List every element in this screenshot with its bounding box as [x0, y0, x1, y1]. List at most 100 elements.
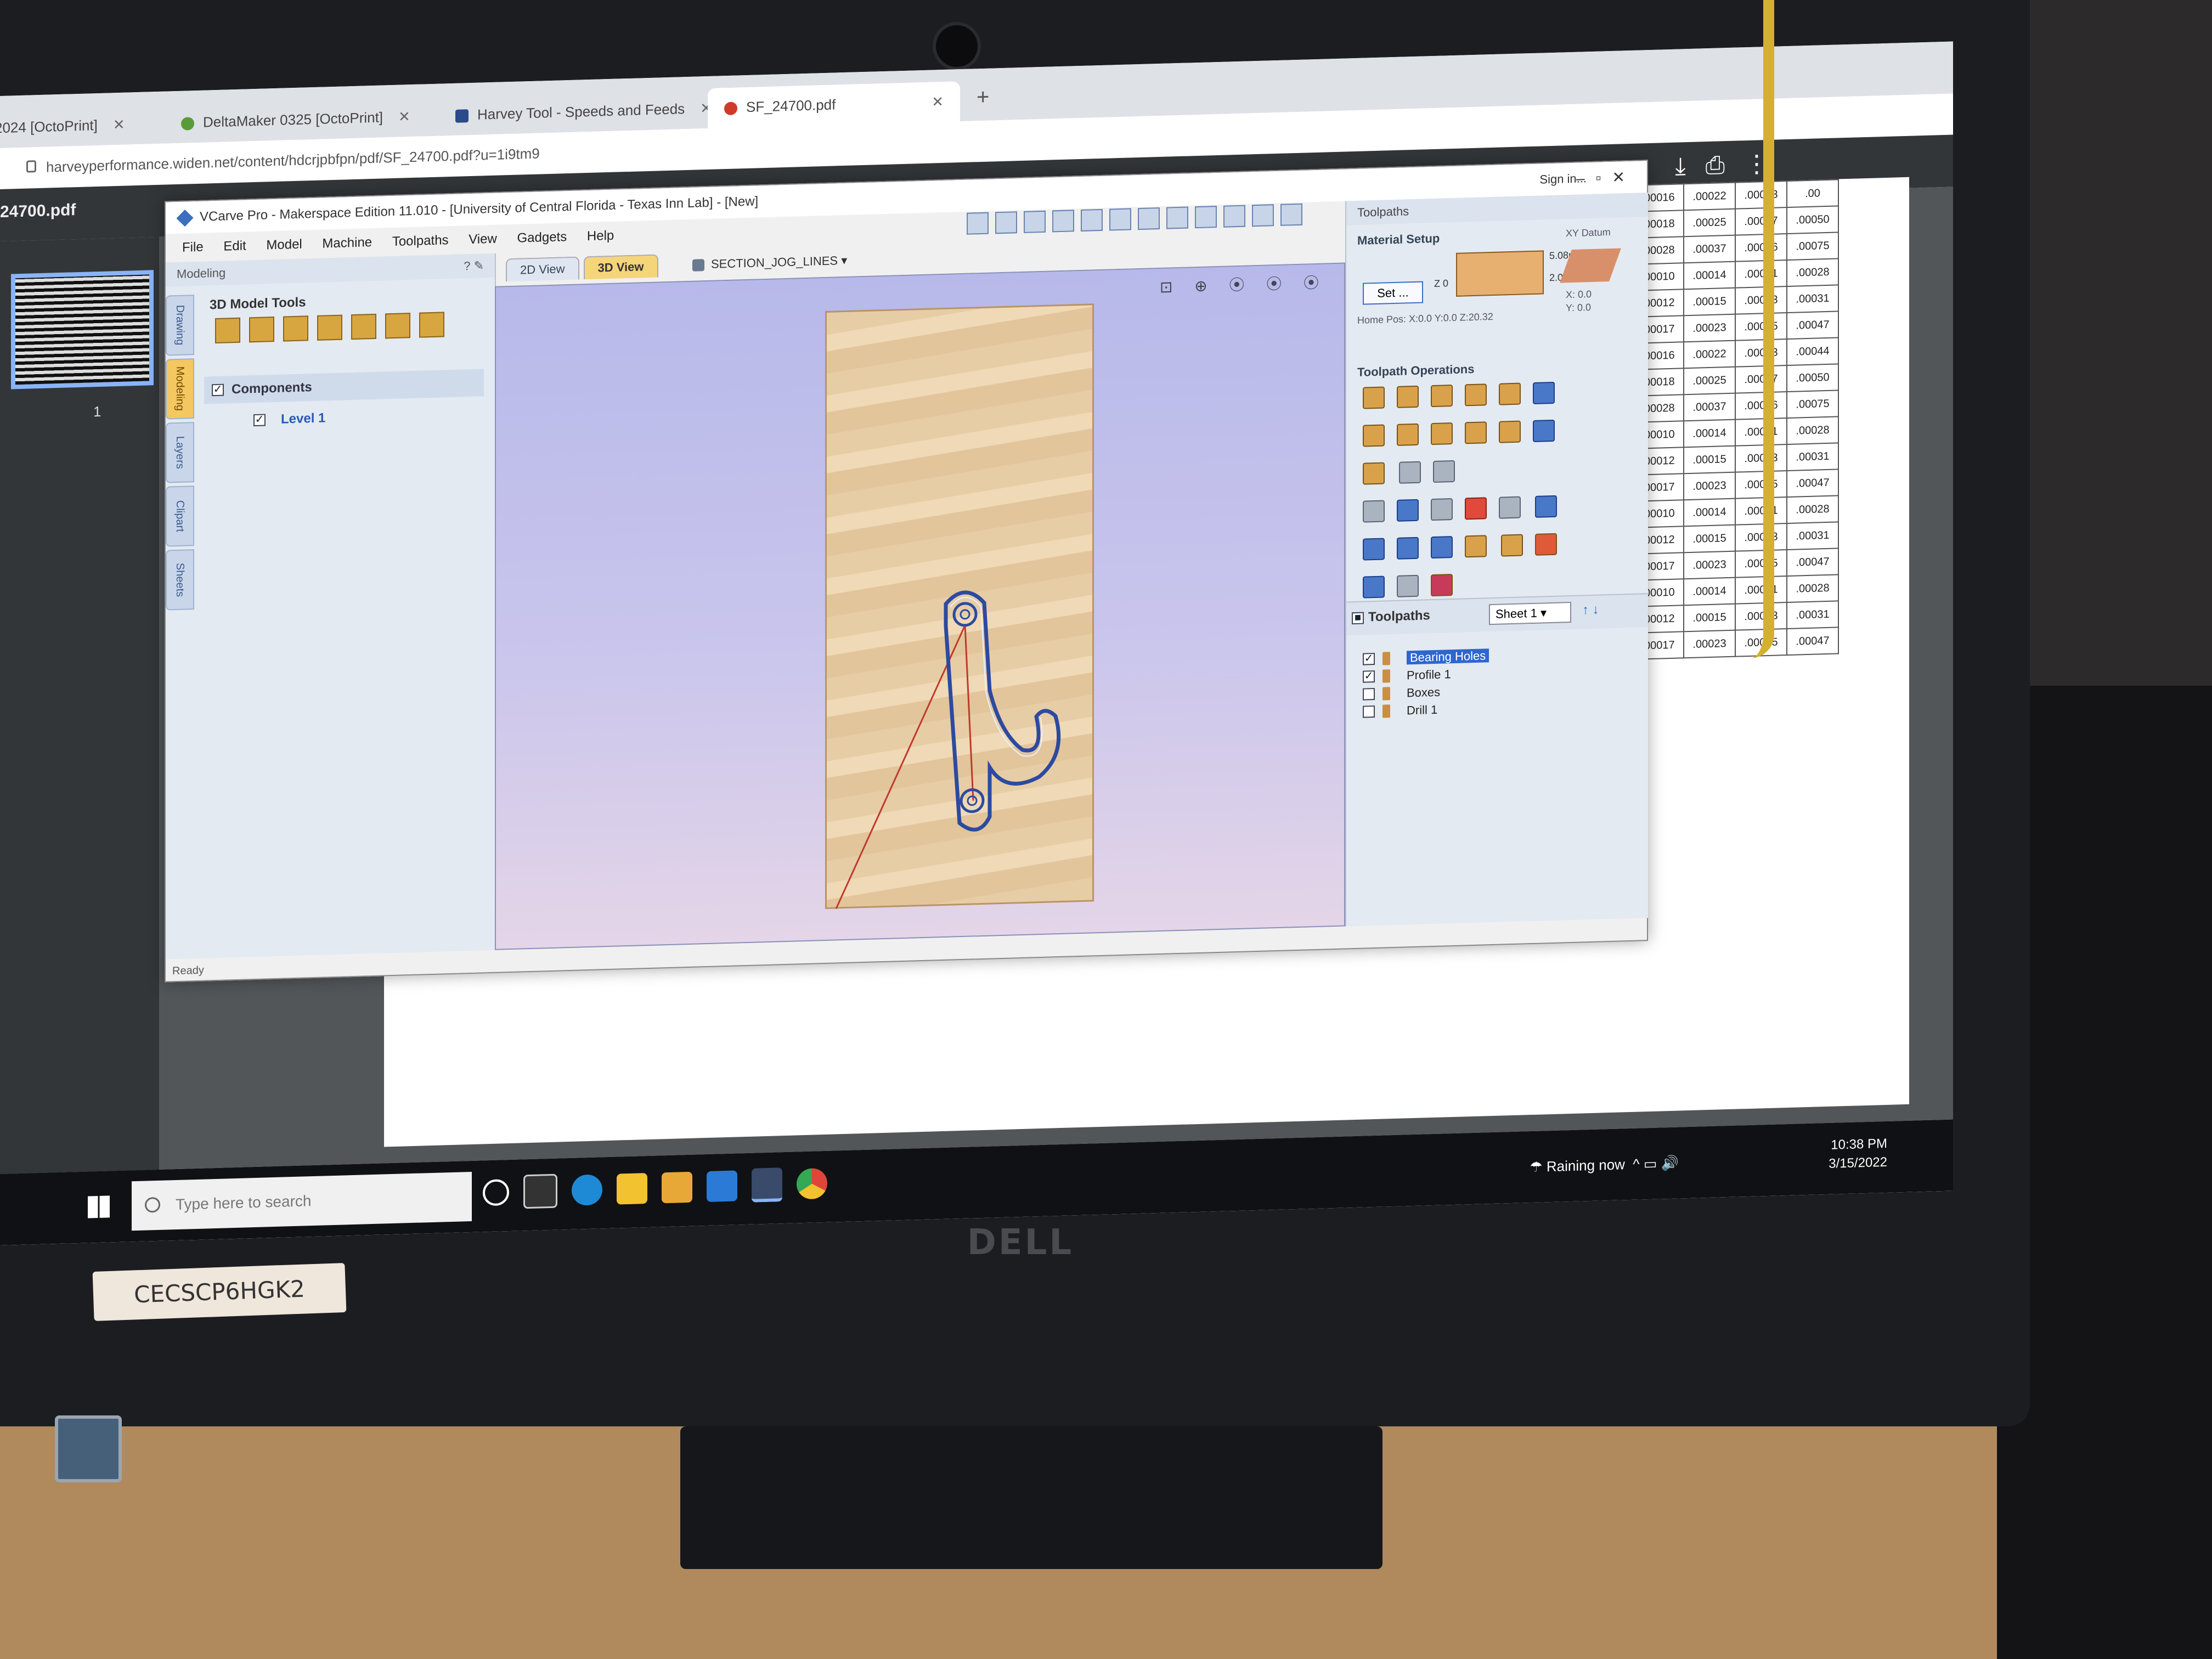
menu-toolpaths[interactable]: Toolpaths	[392, 233, 449, 249]
import-component-icon[interactable]	[215, 317, 240, 344]
zoom-extents-icon[interactable]	[967, 212, 989, 235]
menu-machine[interactable]: Machine	[322, 235, 372, 251]
snap-grid-icon[interactable]	[995, 211, 1017, 234]
mail-icon[interactable]	[707, 1170, 737, 1203]
moulding-toolpath-icon[interactable]	[1431, 422, 1453, 445]
preview-material-icon[interactable]	[1465, 535, 1487, 558]
measure-icon[interactable]	[1052, 210, 1074, 233]
material-set-button[interactable]: Set ...	[1363, 281, 1423, 305]
window-controls[interactable]: –▫✕	[1576, 161, 1636, 195]
grid-icon[interactable]	[1024, 210, 1046, 233]
photo-vcarve-icon[interactable]	[1399, 461, 1421, 484]
tab-drawing[interactable]: Drawing	[166, 295, 194, 356]
browser-tab[interactable]: DeltaMaker 0325 [OctoPrint] ✕	[165, 96, 427, 143]
vcarve-toolpath-icon[interactable]	[1499, 382, 1521, 405]
layer-icon[interactable]	[1195, 206, 1217, 229]
prism-carving-icon[interactable]	[1397, 423, 1419, 446]
zoom-in-icon[interactable]	[1081, 208, 1103, 232]
save-toolpath-icon[interactable]	[1431, 574, 1453, 597]
chrome-icon[interactable]	[797, 1167, 827, 1200]
tab-2d-view[interactable]: 2D View	[506, 256, 579, 282]
download-icon[interactable]: ⤓	[1675, 152, 1705, 180]
cortana-icon[interactable]	[483, 1179, 509, 1206]
quick-engrave-icon[interactable]	[1465, 383, 1487, 407]
toolpath-summary-icon[interactable]	[1499, 496, 1521, 519]
menu-help[interactable]: Help	[587, 228, 614, 244]
toolpath-checkbox[interactable]: ✓	[1363, 652, 1375, 665]
file-explorer-icon[interactable]	[617, 1173, 647, 1205]
taskbar-search[interactable]: Type here to search	[132, 1171, 472, 1231]
clock[interactable]: 10:38 PM 3/15/2022	[1829, 1135, 1887, 1173]
browser-tab[interactable]: 2024 [OctoPrint] ✕	[0, 104, 142, 149]
toolpath-template-icon[interactable]	[1363, 500, 1385, 523]
menu-gadgets[interactable]: Gadgets	[517, 229, 567, 246]
3d-preview-icon[interactable]	[1433, 460, 1455, 483]
components-checkbox[interactable]: ✓	[212, 383, 224, 397]
address-bar[interactable]: harveyperformance.widen.net/content/hdcr…	[22, 141, 540, 180]
profile-toolpath-icon[interactable]	[1363, 386, 1385, 409]
close-icon[interactable]: ✕	[398, 108, 410, 125]
edit-component-icon[interactable]	[249, 317, 274, 343]
menu-edit[interactable]: Edit	[223, 238, 246, 253]
layer-dropdown[interactable]: SECTION_JOG_LINES ▾	[692, 253, 847, 272]
vcarve-taskbar-icon[interactable]	[752, 1167, 782, 1203]
toolpath-checkbox[interactable]	[1363, 688, 1375, 701]
zoom-box-icon[interactable]	[1138, 207, 1160, 230]
drilling-toolpath-icon[interactable]	[1431, 385, 1453, 408]
pocket-toolpath-icon[interactable]	[1397, 385, 1419, 408]
weather-widget[interactable]: ☂ Raining now ^ ▭ 🔊	[1530, 1155, 1679, 1176]
machine-setup-icon[interactable]	[1397, 574, 1419, 597]
delete-toolpath-icon[interactable]	[1465, 497, 1487, 520]
layout-icon[interactable]	[1252, 204, 1274, 227]
toolpath-preview-icon[interactable]	[1166, 206, 1188, 229]
bitmap-icon[interactable]	[385, 313, 410, 339]
3d-roughing-icon[interactable]	[1499, 420, 1521, 443]
new-tab-button[interactable]: +	[977, 85, 989, 110]
move-toolpath-icons[interactable]: ↑ ↓	[1582, 602, 1599, 618]
3d-profile-icon[interactable]	[1363, 462, 1385, 485]
toolpaths-checkbox[interactable]: ■	[1352, 612, 1364, 625]
time-estimate-icon[interactable]	[1535, 533, 1558, 556]
level-row[interactable]: ✓ Level 1	[242, 409, 325, 430]
browser-tab-active[interactable]: SF_24700.pdf ✕	[708, 81, 960, 128]
windows-start-icon[interactable]	[88, 1195, 110, 1218]
toolpath-checkbox[interactable]	[1363, 706, 1375, 718]
toolpath-item[interactable]: Drill 1	[1363, 699, 1489, 720]
edit-toolpath-icon[interactable]	[1397, 499, 1419, 522]
tab-sheets[interactable]: Sheets	[166, 549, 194, 611]
wrap-toolpath-icon[interactable]	[1397, 537, 1419, 560]
move-component-icon[interactable]	[283, 315, 308, 342]
copy-toolpath-icon[interactable]	[1431, 498, 1453, 521]
menu-model[interactable]: Model	[266, 237, 302, 253]
texture-toolpath-icon[interactable]	[1465, 421, 1487, 444]
sheet-dropdown[interactable]: Sheet 1 ▾	[1489, 602, 1571, 625]
3d-view-canvas[interactable]: ⊡ ⊕ ⦿ ⦿ ⦿	[495, 262, 1345, 950]
close-icon[interactable]: ✕	[113, 116, 125, 133]
toolpath-preview-icon[interactable]	[1501, 534, 1523, 557]
zoom-out-icon[interactable]	[1109, 208, 1131, 231]
page-thumbnail[interactable]	[11, 270, 154, 390]
split-view-icon[interactable]	[1280, 203, 1302, 226]
components-row[interactable]: ✓ Components	[204, 369, 484, 404]
tool-database-icon[interactable]	[1363, 575, 1385, 599]
menu-view[interactable]: View	[469, 232, 497, 247]
nest-toolpath-icon[interactable]	[1431, 536, 1453, 559]
flatten-icon[interactable]	[419, 312, 444, 338]
tab-clipart[interactable]: Clipart	[166, 486, 194, 547]
toolpath-checkbox[interactable]: ✓	[1363, 670, 1375, 683]
store-icon[interactable]	[662, 1171, 692, 1204]
edge-icon[interactable]	[572, 1174, 602, 1206]
task-view-icon[interactable]	[523, 1173, 557, 1209]
lock-icon[interactable]	[351, 313, 376, 340]
merge-toolpath-icon[interactable]	[1535, 495, 1558, 518]
fluting-toolpath-icon[interactable]	[1363, 424, 1385, 447]
slice-icon[interactable]	[317, 314, 342, 341]
tab-layers[interactable]: Layers	[166, 422, 194, 483]
3d-finishing-icon[interactable]	[1533, 419, 1555, 442]
rotate-toolpath-icon[interactable]	[1363, 538, 1385, 561]
pin-icon[interactable]: ? ✎	[464, 253, 484, 278]
light-icon[interactable]	[1223, 205, 1245, 228]
level-checkbox[interactable]: ✓	[253, 414, 266, 427]
inlay-toolpath-icon[interactable]	[1533, 381, 1555, 404]
tab-3d-view[interactable]: 3D View	[583, 254, 658, 280]
